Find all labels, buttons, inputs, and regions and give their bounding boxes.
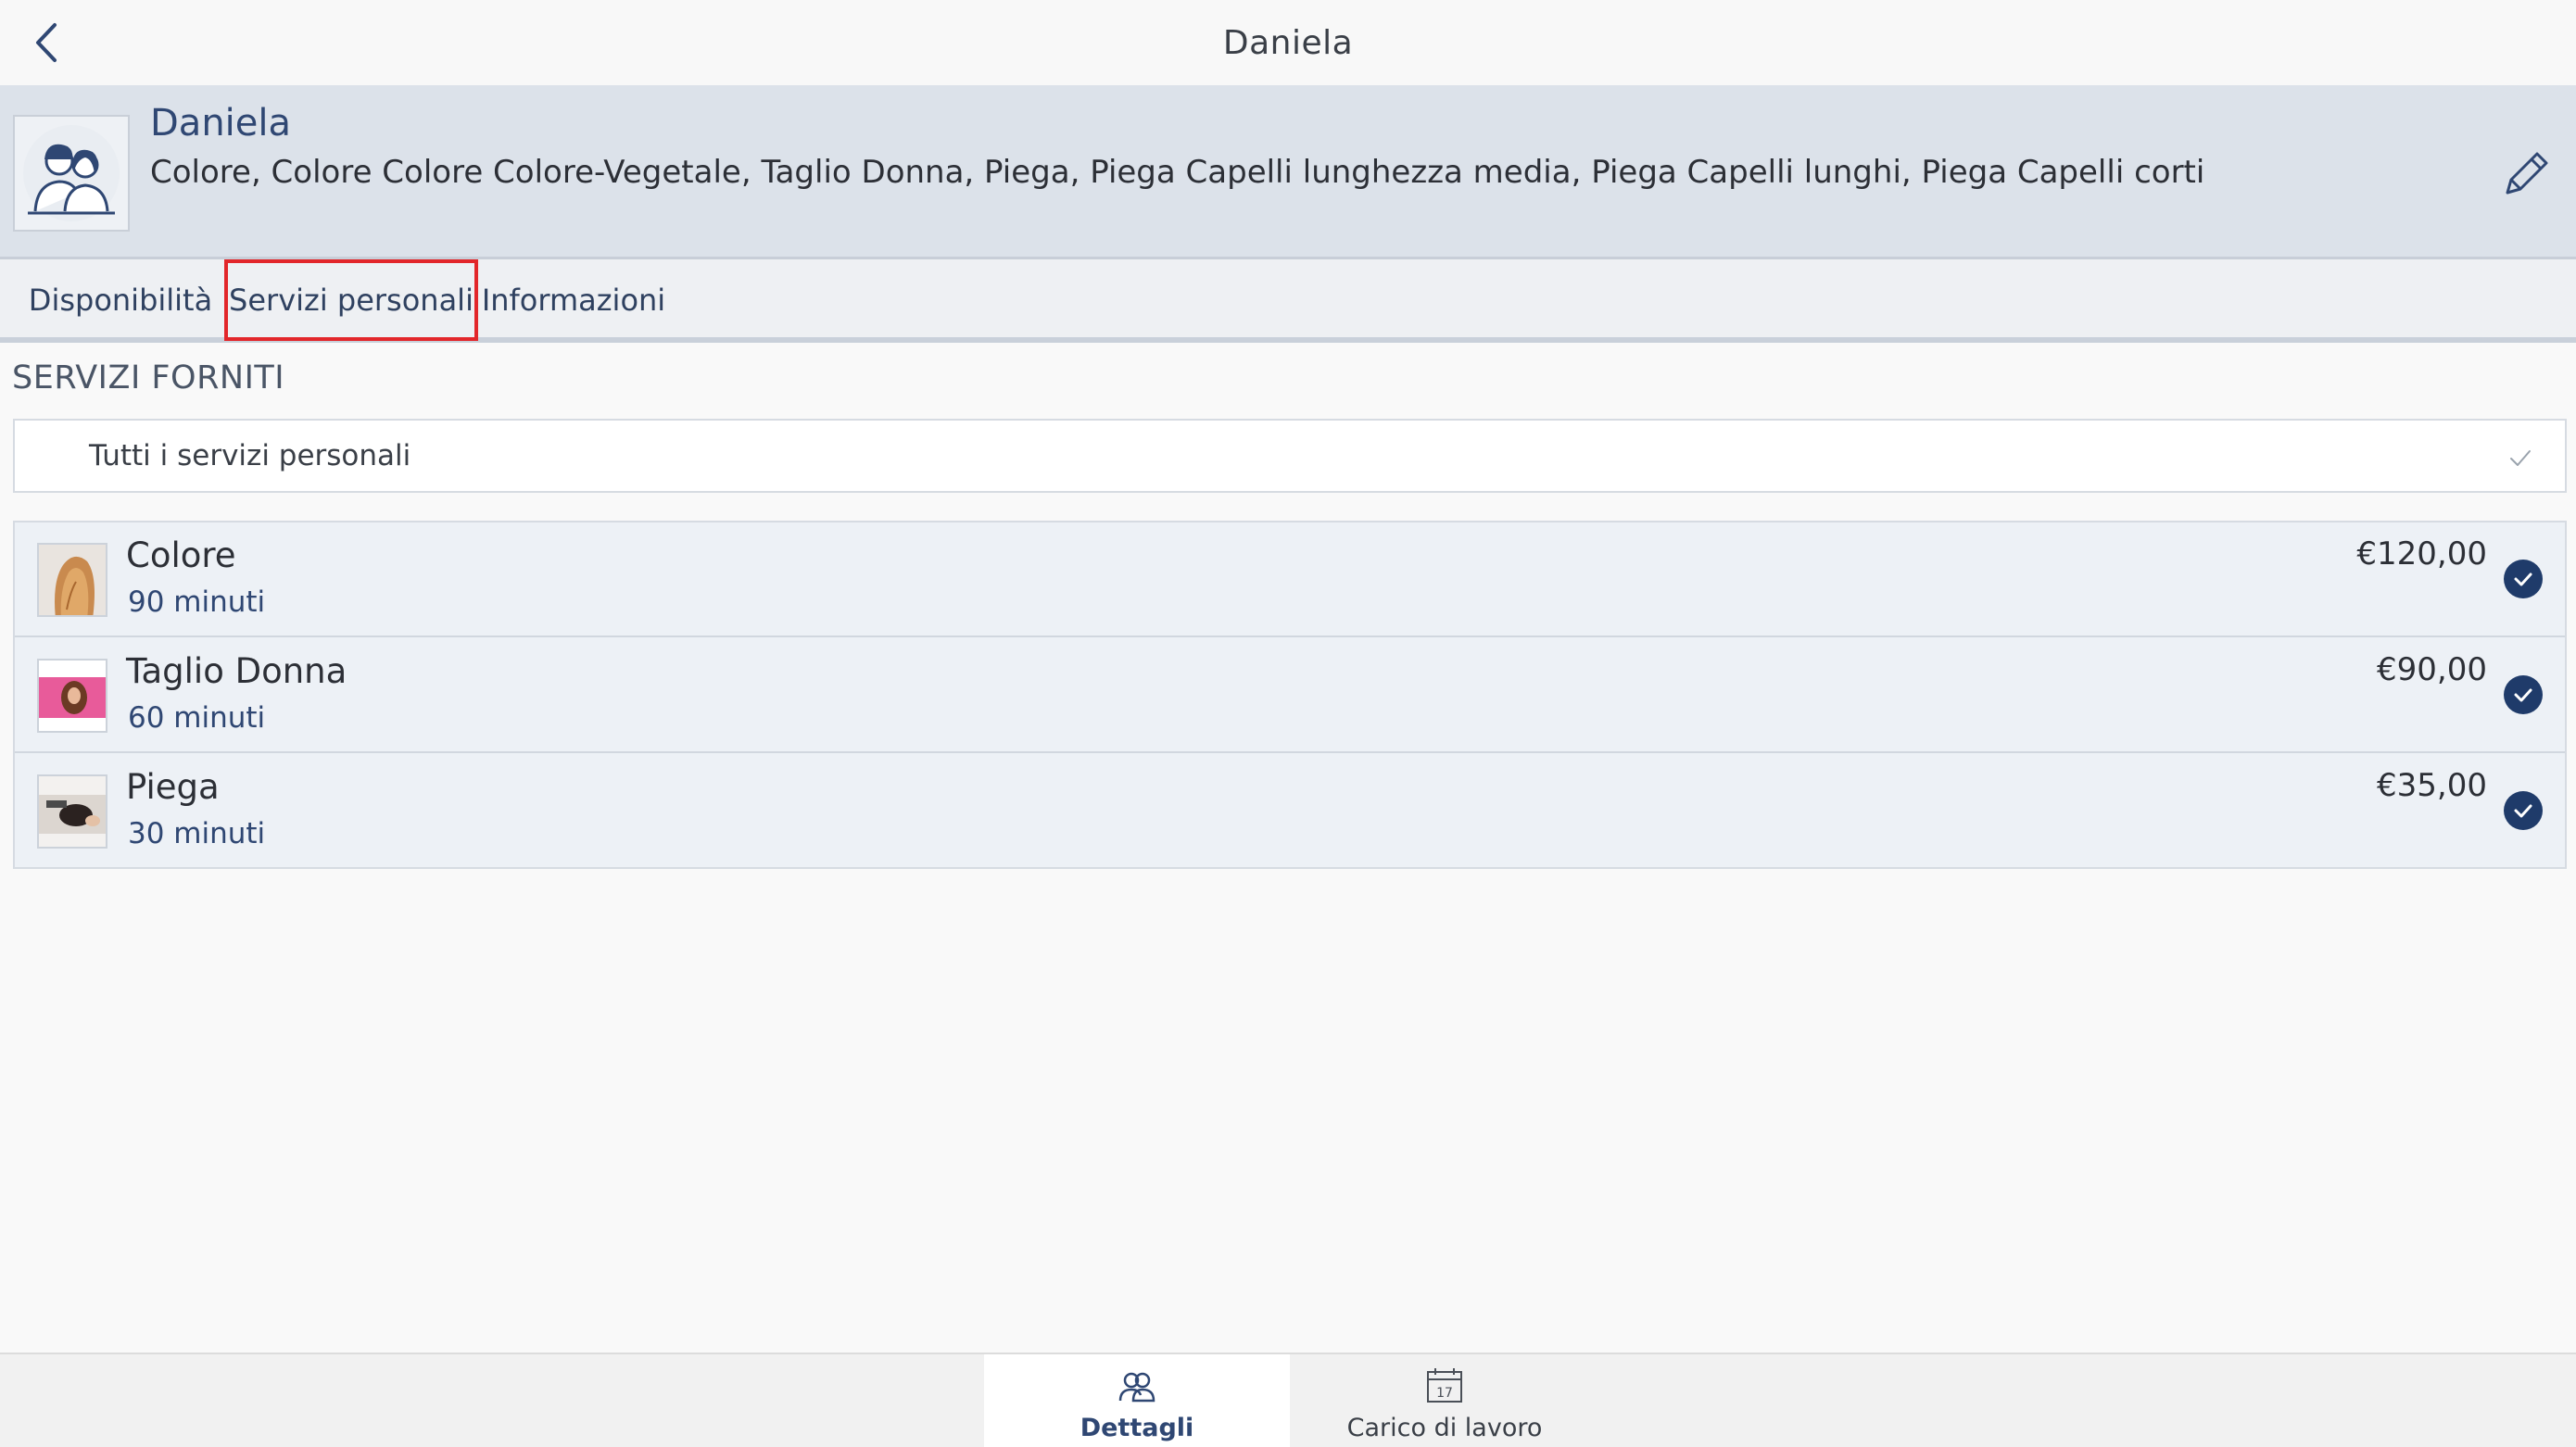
staff-name: Daniela	[150, 102, 292, 145]
back-button[interactable]	[20, 17, 72, 69]
tab-servizi-personali[interactable]: Servizi personali	[224, 259, 478, 341]
service-list: Colore 90 minuti €120,00 Taglio Donna 60…	[13, 521, 2567, 869]
service-name: Taglio Donna	[126, 651, 347, 691]
service-price: €90,00	[2377, 651, 2487, 688]
top-navigation-bar: Daniela	[0, 0, 2576, 85]
checkmark-icon	[2510, 450, 2531, 466]
service-name: Colore	[126, 535, 236, 575]
chevron-left-icon	[36, 23, 57, 62]
bottom-tab-label: Carico di lavoro	[1346, 1414, 1543, 1442]
blow-dry-photo	[37, 774, 107, 849]
staff-profile-header: Daniela Colore, Colore Colore Colore-Veg…	[0, 85, 2576, 259]
hair-color-photo	[37, 543, 107, 617]
service-price: €35,00	[2377, 767, 2487, 804]
service-row-taglio-donna[interactable]: Taglio Donna 60 minuti €90,00	[15, 638, 2565, 753]
service-name: Piega	[126, 767, 220, 807]
edit-button[interactable]	[2498, 146, 2554, 202]
all-services-label: Tutti i servizi personali	[89, 439, 411, 472]
selected-check-icon[interactable]	[2504, 560, 2543, 598]
all-services-toggle[interactable]: Tutti i servizi personali	[13, 419, 2567, 493]
staff-services-summary: Colore, Colore Colore Colore-Vegetale, T…	[150, 154, 2205, 191]
people-icon	[1118, 1372, 1155, 1403]
tab-informazioni[interactable]: Informazioni	[482, 259, 665, 341]
service-duration: 30 minuti	[128, 817, 266, 850]
selected-check-icon[interactable]	[2504, 675, 2543, 714]
page-title: Daniela	[1222, 23, 1354, 62]
service-row-colore[interactable]: Colore 90 minuti €120,00	[15, 522, 2565, 637]
calendar-day-number: 17	[1436, 1386, 1453, 1401]
tab-disponibilita[interactable]: Disponibilità	[28, 259, 213, 341]
bottom-tab-label: Dettagli	[1080, 1414, 1194, 1442]
selected-check-icon[interactable]	[2504, 791, 2543, 830]
woman-haircut-photo	[37, 659, 107, 733]
staff-avatar-icon	[23, 125, 120, 221]
calendar-icon: 17	[1427, 1368, 1462, 1403]
bottom-tab-carico-di-lavoro[interactable]: 17 Carico di lavoro	[1292, 1354, 1597, 1447]
service-price: €120,00	[2356, 535, 2487, 573]
bottom-tab-bar: Dettagli 17 Carico di lavoro	[0, 1353, 2576, 1447]
section-title: SERVIZI FORNITI	[12, 359, 285, 396]
avatar	[13, 115, 130, 232]
section-tabs: Disponibilità Servizi personali Informaz…	[0, 259, 2576, 343]
service-duration: 90 minuti	[128, 585, 266, 619]
service-duration: 60 minuti	[128, 701, 266, 735]
service-row-piega[interactable]: Piega 30 minuti €35,00	[15, 754, 2565, 869]
pencil-icon	[2506, 152, 2548, 195]
bottom-tab-dettagli[interactable]: Dettagli	[984, 1354, 1290, 1447]
